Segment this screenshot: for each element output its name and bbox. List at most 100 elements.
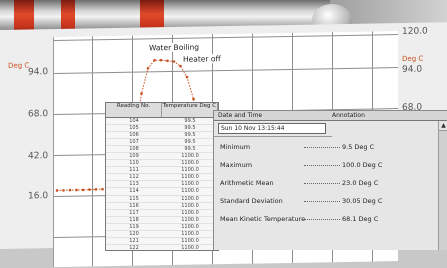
leader-dots [304,165,340,166]
reading-number-cell: 121 [129,237,139,244]
stat-value: 30.05 Deg C [342,197,383,205]
temperature-cell: 1100.0 [181,188,199,195]
data-point [172,60,176,63]
leader-dots [304,219,340,220]
temperature-cell: 1100.0 [181,181,199,188]
data-point [185,75,189,79]
temperature-cell: 1100.0 [181,160,199,167]
annotation-water-boiling: Water Boiling [148,42,201,53]
reading-number-cell: 108 [129,146,139,153]
scroll-up-icon[interactable]: ▲ [439,121,447,131]
column-header[interactable]: Temperature Deg C [162,103,218,117]
y-tick-left: 68.0 [28,109,49,120]
y-tick-left: 16.0 [28,191,49,202]
leader-dots [304,147,340,148]
table-body: 104 99.5 105 99.5 106 99.5 107 99.5 108 99.5 109 11… [106,118,218,251]
y-tick-left: 42.0 [28,151,49,162]
table-row[interactable]: 118 1100.0 [106,217,218,224]
date-time-header: Date and Time [218,112,263,119]
table-row[interactable]: 120 1100.0 [106,231,218,238]
stat-value: 100.0 Deg C [342,161,383,169]
readings-table: Reading No. Temperature Deg C 104 99.5 105… [105,102,219,251]
temperature-cell: 1100.0 [181,223,199,230]
table-row[interactable]: 122 1100.0 [106,244,218,251]
stat-label: Standard Deviation [220,197,283,205]
table-row[interactable]: 105 99.5 [106,125,218,133]
temperature-cell: 99.5 [184,146,196,153]
data-point [146,66,150,70]
stat-row: Minimum 9.5 Deg C [220,143,440,152]
table-row[interactable]: 115 1100.0 [106,196,218,203]
temperature-cell: 1100.0 [181,195,199,202]
data-point [62,189,65,192]
data-point [75,188,78,192]
annotation-heater-off: Heater off [182,54,222,64]
stat-label: Maximum [220,161,253,169]
temperature-cell: 1100.0 [181,174,199,181]
table-row[interactable]: 112 1100.0 [106,174,218,182]
left-axis-title: Deg C [8,61,30,70]
stat-value: 9.5 Deg C [342,143,375,151]
data-point [140,92,143,95]
stat-row: Maximum 100.0 Deg C [220,161,440,170]
stat-label: Mean Kinetic Temperature [220,215,306,223]
reading-number-cell: 111 [129,167,139,174]
stat-label: Minimum [220,143,251,151]
reading-number-cell: 110 [129,160,139,167]
data-point [68,188,72,192]
stat-row: Standard Deviation 30.05 Deg C [220,197,440,206]
data-point [101,187,104,191]
y-tick-left: 94.0 [28,67,49,78]
reading-number-cell: 120 [129,230,139,237]
data-point [153,58,156,62]
table-row[interactable]: 106 99.5 [106,132,218,140]
data-point [159,58,163,62]
temperature-cell: 99.5 [184,118,196,124]
date-time-field[interactable]: Sun 10 Nov 13:15:44 [218,123,326,134]
table-row[interactable]: 116 1100.0 [106,203,218,210]
table-row[interactable]: 121 1100.0 [106,238,218,245]
stat-row: Mean Kinetic Temperature 68.1 Deg C [220,215,440,224]
reading-number-cell: 113 [129,181,139,188]
y-tick-right: 120.0 [402,26,428,37]
temperature-cell: 1100.0 [181,209,199,216]
stats-header: Date and Time Annotation [214,111,447,121]
reading-number-cell: 104 [129,118,139,124]
data-point [55,189,59,192]
table-row[interactable]: 107 99.5 [106,139,218,147]
reading-number-cell: 122 [129,244,139,251]
reading-number-cell: 118 [129,216,139,223]
table-row[interactable]: 108 99.5 [106,146,218,154]
data-point [166,59,169,63]
temperature-cell: 99.5 [184,132,196,139]
column-header[interactable]: Reading No. [106,103,162,117]
table-row[interactable]: 114 1100.0 [106,188,218,196]
temperature-cell: 1100.0 [181,153,199,160]
data-point [94,188,98,191]
table-row[interactable]: 104 99.5 [106,118,218,126]
reading-number-cell: 117 [129,209,139,216]
table-row[interactable]: 110 1100.0 [106,160,218,168]
data-point [81,188,85,192]
stat-row: Arithmetic Mean 23.0 Deg C [220,179,440,188]
temperature-cell: 1100.0 [181,237,199,244]
table-row[interactable]: 119 1100.0 [106,224,218,231]
vertical-scrollbar[interactable]: ▲ [438,121,447,250]
reading-number-cell: 105 [129,125,139,132]
reading-number-cell: 112 [129,174,139,181]
stat-value: 23.0 Deg C [342,179,379,187]
table-row[interactable]: 111 1100.0 [106,167,218,175]
reading-number-cell: 116 [129,202,139,209]
temperature-cell: 1100.0 [181,244,199,251]
annotation-header: Annotation [332,112,365,119]
reading-number-cell: 115 [129,195,139,202]
temperature-cell: 99.5 [184,125,196,132]
data-point [192,97,195,101]
reading-number-cell: 119 [129,223,139,230]
reading-number-cell: 114 [129,188,139,195]
temperature-cell: 99.5 [184,139,196,146]
table-row[interactable]: 109 1100.0 [106,153,218,161]
table-row[interactable]: 117 1100.0 [106,210,218,217]
reading-number-cell: 107 [129,139,139,146]
table-row[interactable]: 113 1100.0 [106,181,218,189]
